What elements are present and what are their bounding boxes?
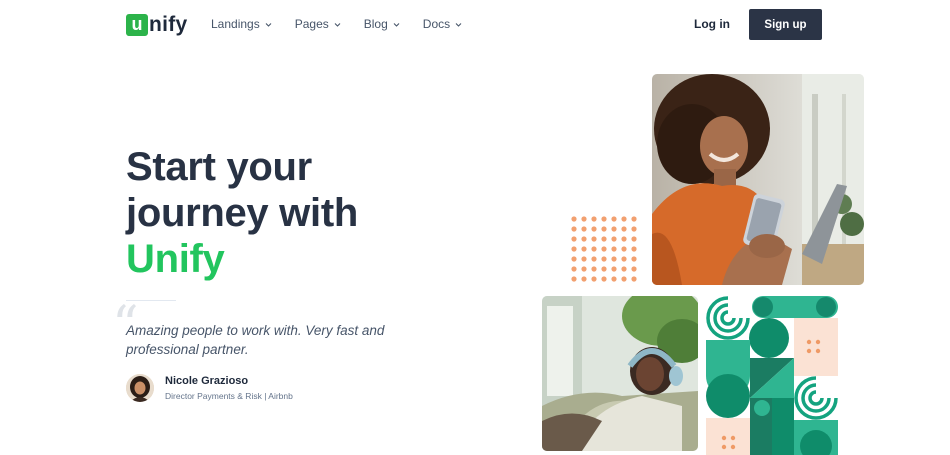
author-name: Nicole Grazioso — [165, 375, 249, 387]
nav-item-label: Pages — [294, 17, 329, 31]
nav-item-label: Docs — [422, 17, 451, 31]
signup-button[interactable]: Sign up — [749, 9, 822, 40]
headline-accent: Unify — [126, 237, 225, 281]
nav-item-docs[interactable]: Docs — [423, 17, 462, 31]
main-nav: Landings Pages Blog Docs — [211, 17, 485, 31]
nav-item-landings[interactable]: Landings — [211, 17, 272, 31]
nav-item-pages[interactable]: Pages — [295, 17, 341, 31]
logo-mark: u — [126, 14, 148, 36]
author-role: Director Payments & Risk | Airbnb — [165, 391, 293, 401]
login-link[interactable]: Log in — [694, 17, 730, 31]
nav-item-blog[interactable]: Blog — [364, 17, 400, 31]
hero-photo-woman — [652, 74, 864, 285]
chevron-down-icon — [334, 21, 341, 28]
nav-item-label: Blog — [363, 17, 388, 31]
chevron-down-icon — [265, 21, 272, 28]
testimonial-quote: Amazing people to work with. Very fast a… — [126, 323, 385, 357]
author-info: Nicole Grazioso Director Payments & Risk… — [165, 375, 293, 401]
chevron-down-icon — [455, 21, 462, 28]
logo-text: nify — [149, 13, 188, 36]
chevron-down-icon — [393, 21, 400, 28]
hero-photo-man — [542, 296, 698, 451]
geometric-pattern — [706, 296, 838, 455]
dot-pattern — [571, 216, 637, 282]
testimonial-author: Nicole Grazioso Director Payments & Risk… — [126, 374, 293, 402]
headline-line-2: journey with — [126, 191, 358, 235]
logo[interactable]: u nify — [126, 12, 188, 38]
hero-headline: Start your journey with Unify — [126, 144, 358, 282]
nav-item-label: Landings — [211, 17, 260, 31]
avatar — [126, 374, 154, 402]
headline-line-1: Start your — [126, 145, 312, 189]
